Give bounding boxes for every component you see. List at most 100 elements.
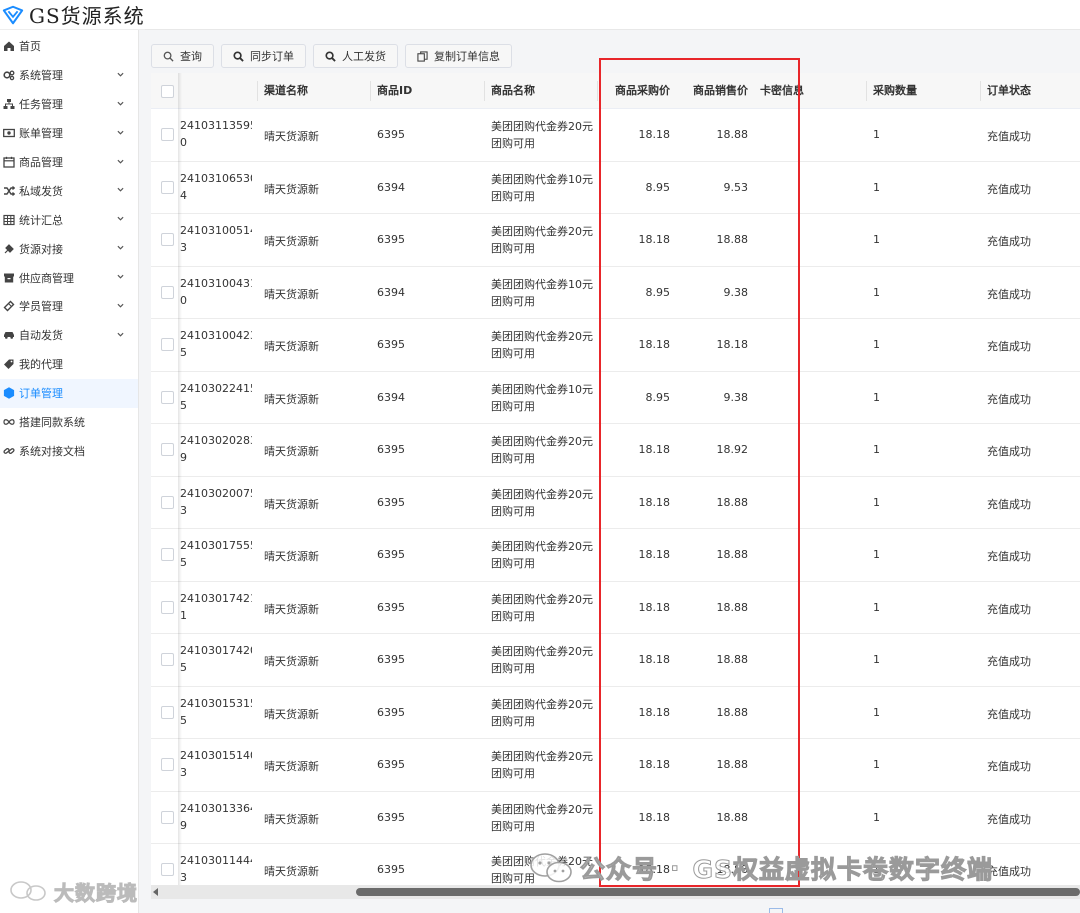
product-name-cell: 美团团购代金券20元团购可用 [491,328,593,362]
order-number-cell: 241030202839 9 [180,432,252,466]
sidebar-item[interactable]: 系统管理 [0,61,138,90]
row-checkbox[interactable] [161,443,174,456]
order-number-line-2: 9 [180,818,187,832]
row-checkbox[interactable] [161,705,174,719]
row-checkbox[interactable] [161,390,174,404]
order-number-line-2: 4 [180,188,187,202]
sidebar-item[interactable]: 搭建同款系统 [0,408,138,437]
sync-orders-button[interactable]: 同步订单 [221,44,306,68]
chevron-down-icon[interactable] [117,244,124,251]
order-number-line-1: 241030175552 [180,539,252,552]
page-control[interactable] [769,908,783,913]
sidebar-item[interactable]: 私域发货 [0,176,138,205]
header-quantity[interactable]: 采购数量 [873,73,917,109]
infinity-icon [3,416,15,428]
query-button[interactable]: 查询 [151,44,214,68]
channel-cell: 晴天货源新 [264,602,319,616]
order-number-line-1: 241030202839 [180,434,252,447]
chevron-down-icon[interactable] [117,186,124,193]
row-checkbox[interactable] [161,653,174,666]
quantity-cell: 1 [873,390,880,404]
chevron-down-icon[interactable] [117,331,124,338]
product-name-line-2: 团购可用 [491,189,535,203]
row-checkbox[interactable] [161,285,174,299]
channel-cell: 晴天货源新 [264,760,319,773]
row-checkbox[interactable] [161,338,174,351]
row-checkbox[interactable] [161,810,174,824]
select-all-checkbox[interactable] [161,85,174,98]
sidebar-item-label: 供应商管理 [19,271,74,285]
header-product-name[interactable]: 商品名称 [491,73,535,109]
sidebar-item[interactable]: 订单管理 [0,378,138,408]
order-number-line-2: 1 [180,608,187,622]
copy-order-info-label: 复制订单信息 [434,50,500,63]
copy-order-info-button[interactable]: 复制订单信息 [405,44,512,68]
search-icon [163,51,174,62]
row-checkbox[interactable] [161,180,174,194]
row-checkbox[interactable] [161,128,174,141]
query-label: 查询 [180,50,202,63]
sidebar-item[interactable]: 学员管理 [0,292,138,321]
status-cell: 充值成功 [987,392,1031,406]
chevron-down-icon[interactable] [117,158,124,165]
channel-cell: 晴天货源新 [264,550,319,563]
product-name-line-1: 美团团购代金券20元 [491,645,593,658]
watermark-right-separator: · [670,853,681,883]
sync-orders-label: 同步订单 [250,50,294,63]
product-id-cell: 6395 [377,810,405,824]
header-channel[interactable]: 渠道名称 [264,73,308,109]
chevron-down-icon[interactable] [117,71,124,78]
row-checkbox[interactable] [161,495,174,509]
quantity-cell: 1 [873,443,880,456]
sidebar-item[interactable]: 账单管理 [0,119,138,148]
scroll-left-arrow-icon[interactable] [153,888,158,896]
header-product-id[interactable]: 商品ID [377,73,412,109]
chevron-down-icon[interactable] [117,129,124,136]
channel-cell: 晴天货源新 [264,812,319,826]
sidebar-item[interactable]: 供应商管理 [0,263,138,292]
status-cell: 充值成功 [987,655,1031,668]
order-number-cell: 241031065307 4 [180,170,252,204]
chevron-down-icon[interactable] [117,302,124,309]
sidebar-item[interactable]: 自动发货 [0,321,138,350]
header-status[interactable]: 订单状态 [987,73,1031,109]
chevron-down-icon[interactable] [117,215,124,222]
row-checkbox[interactable] [161,548,174,561]
quantity-cell: 1 [873,128,880,141]
product-name-line-2: 团购可用 [491,242,535,255]
sidebar-item[interactable]: 任务管理 [0,90,138,119]
order-number-line-1: 241030114442 [180,854,252,867]
sidebar-item[interactable]: 系统对接文档 [0,436,138,465]
row-checkbox[interactable] [161,863,174,876]
sidebar-item[interactable]: 商品管理 [0,148,138,177]
status-cell: 充值成功 [987,760,1031,773]
order-number-line-2: 5 [180,713,187,727]
manual-ship-button[interactable]: 人工发货 [313,44,398,68]
wechat-icon [530,853,572,883]
quantity-cell: 1 [873,548,880,561]
row-checkbox[interactable] [161,233,174,246]
scrollbar-thumb[interactable] [356,888,1080,896]
product-id-cell: 6395 [377,758,405,771]
channel-cell: 晴天货源新 [264,235,319,248]
chevron-down-icon[interactable] [117,273,124,280]
quantity-cell: 1 [873,758,880,771]
row-checkbox[interactable] [161,600,174,614]
bill-icon [3,127,15,139]
sidebar-item[interactable]: 统计汇总 [0,205,138,234]
order-number-line-1: 241031004310 [180,276,252,290]
horizontal-scrollbar[interactable] [151,885,1080,899]
order-number-line-2: 0 [180,136,187,149]
chevron-down-icon[interactable] [117,100,124,107]
sidebar-item[interactable]: 货源对接 [0,234,138,263]
status-cell: 充值成功 [987,235,1031,248]
manual-ship-label: 人工发货 [342,50,386,63]
product-name-line-2: 团购可用 [491,767,535,780]
channel-cell: 晴天货源新 [264,130,319,143]
channel-cell: 晴天货源新 [264,445,319,458]
row-checkbox[interactable] [161,758,174,771]
product-id-cell: 6395 [377,863,405,876]
sidebar-item[interactable]: 我的代理 [0,350,138,379]
sidebar-item[interactable]: 首页 [0,32,138,61]
sidebar-item-label: 搭建同款系统 [19,416,85,430]
